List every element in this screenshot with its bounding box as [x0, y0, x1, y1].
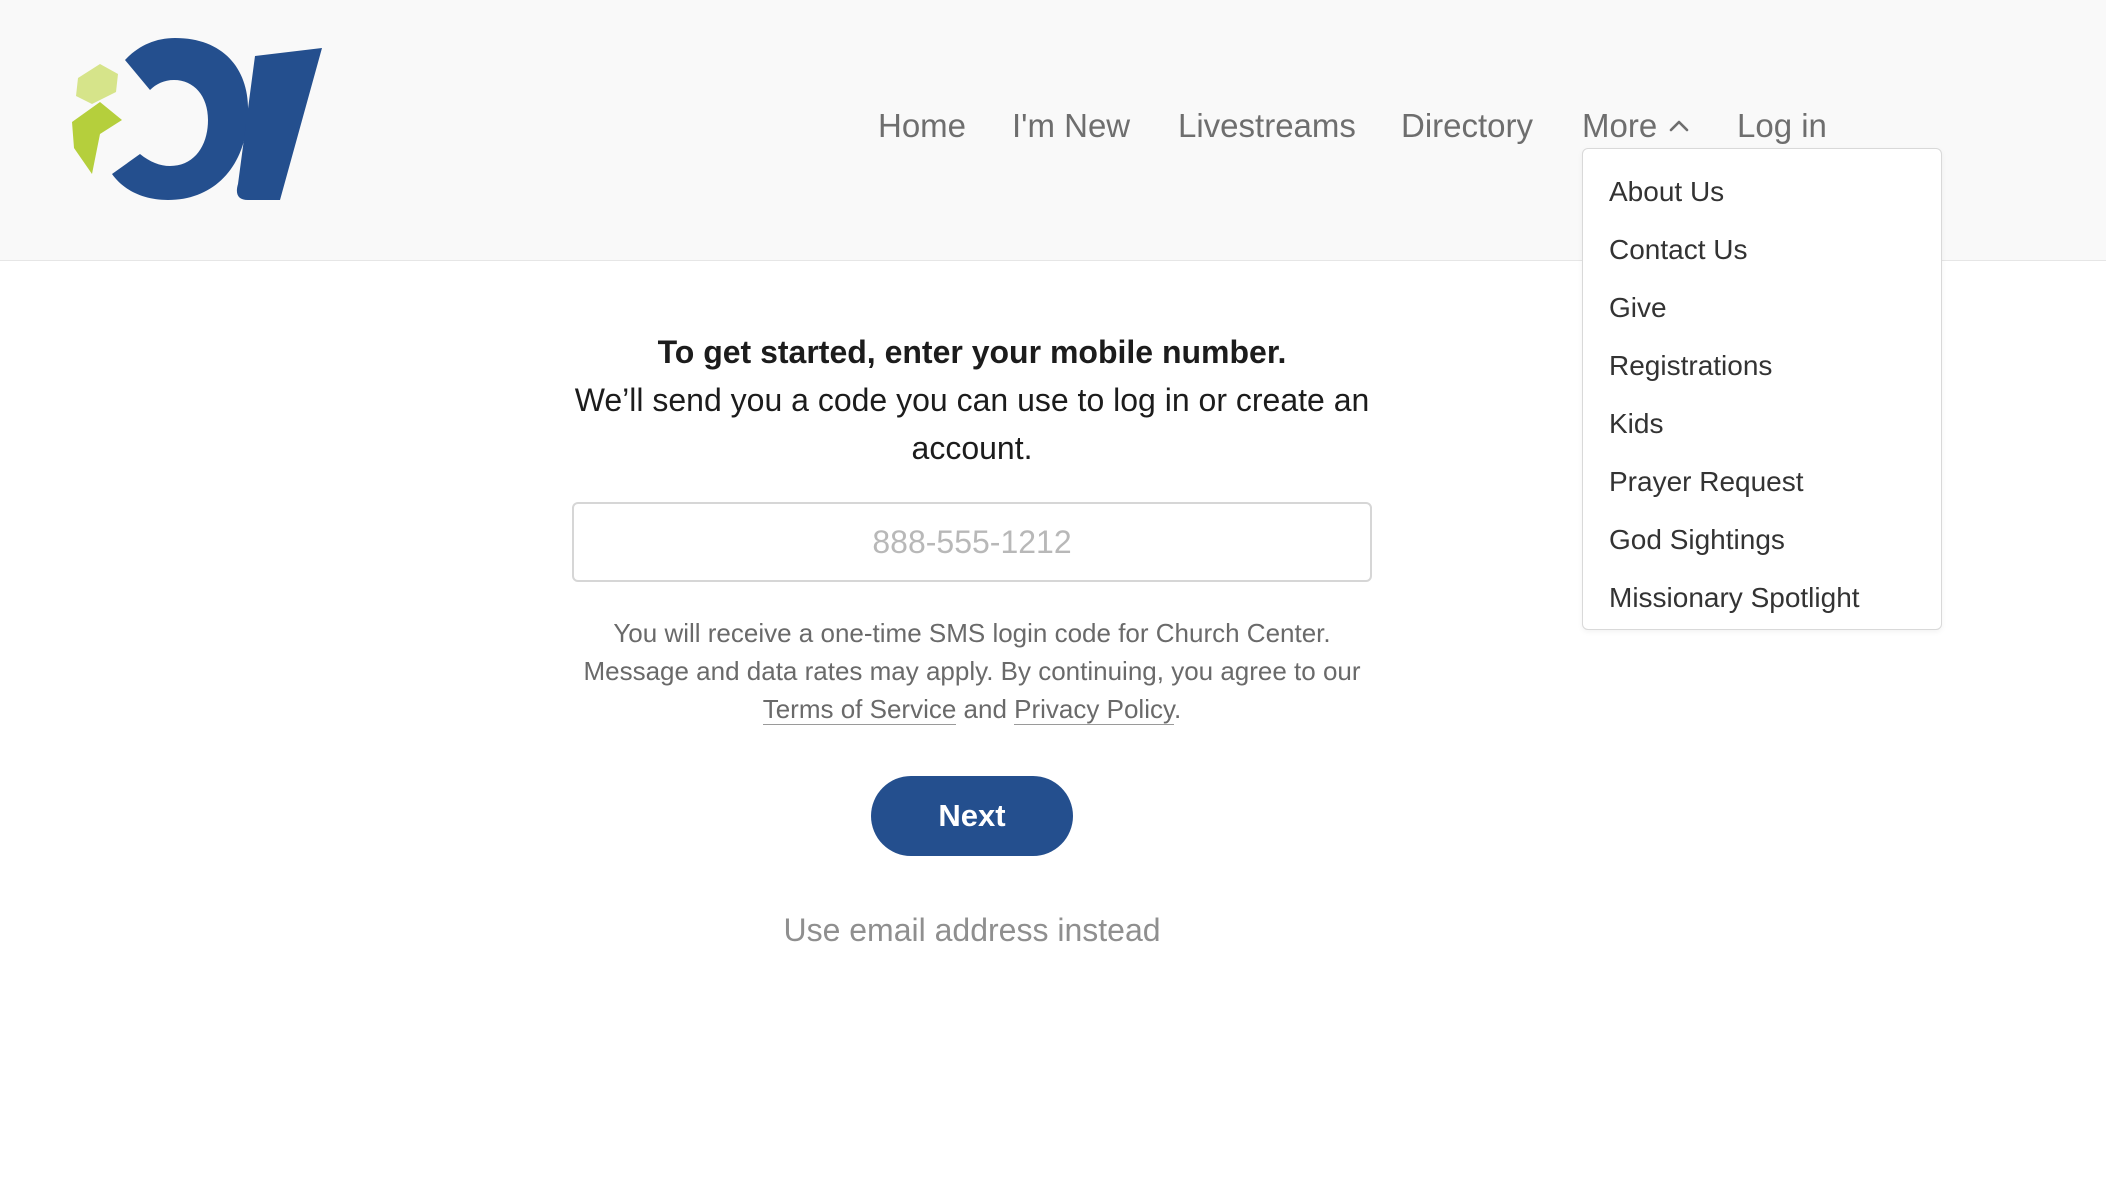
more-dropdown: About Us Contact Us Give Registrations K…	[1582, 148, 1942, 630]
heading-bold: To get started, enter your mobile number…	[657, 334, 1287, 370]
dropdown-item-kids[interactable]: Kids	[1583, 395, 1941, 453]
dropdown-item-give[interactable]: Give	[1583, 279, 1941, 337]
nav-more[interactable]: More	[1582, 98, 1691, 154]
dropdown-item-registrations[interactable]: Registrations	[1583, 337, 1941, 395]
login-heading: To get started, enter your mobile number…	[560, 328, 1384, 472]
heading-rest: We’ll send you a code you can use to log…	[574, 382, 1370, 466]
terms-link[interactable]: Terms of Service	[762, 694, 957, 725]
nav-directory[interactable]: Directory	[1401, 98, 1533, 154]
dropdown-item-god-sightings[interactable]: God Sightings	[1583, 511, 1941, 569]
next-button[interactable]: Next	[871, 776, 1073, 856]
chevron-up-icon	[1669, 120, 1689, 132]
nav-im-new[interactable]: I'm New	[1012, 98, 1130, 154]
nav-login[interactable]: Log in	[1737, 98, 1827, 154]
phone-input[interactable]	[572, 502, 1372, 582]
disclaimer-and: and	[956, 694, 1015, 724]
nav-home[interactable]: Home	[878, 98, 966, 154]
use-email-link[interactable]: Use email address instead	[672, 906, 1272, 954]
dropdown-item-missionary-spotlight[interactable]: Missionary Spotlight	[1583, 569, 1941, 627]
main-nav: Home I'm New Livestreams Directory More …	[0, 98, 2106, 154]
dropdown-item-prayer-request[interactable]: Prayer Request	[1583, 453, 1941, 511]
privacy-link[interactable]: Privacy Policy	[1014, 694, 1175, 725]
dropdown-item-contact-us[interactable]: Contact Us	[1583, 221, 1941, 279]
dropdown-item-about-us[interactable]: About Us	[1583, 163, 1941, 221]
sms-disclaimer: You will receive a one-time SMS login co…	[572, 614, 1372, 728]
disclaimer-period: .	[1174, 694, 1182, 724]
disclaimer-text: You will receive a one-time SMS login co…	[583, 618, 1361, 686]
nav-livestreams[interactable]: Livestreams	[1178, 98, 1356, 154]
nav-more-label: More	[1582, 107, 1658, 144]
